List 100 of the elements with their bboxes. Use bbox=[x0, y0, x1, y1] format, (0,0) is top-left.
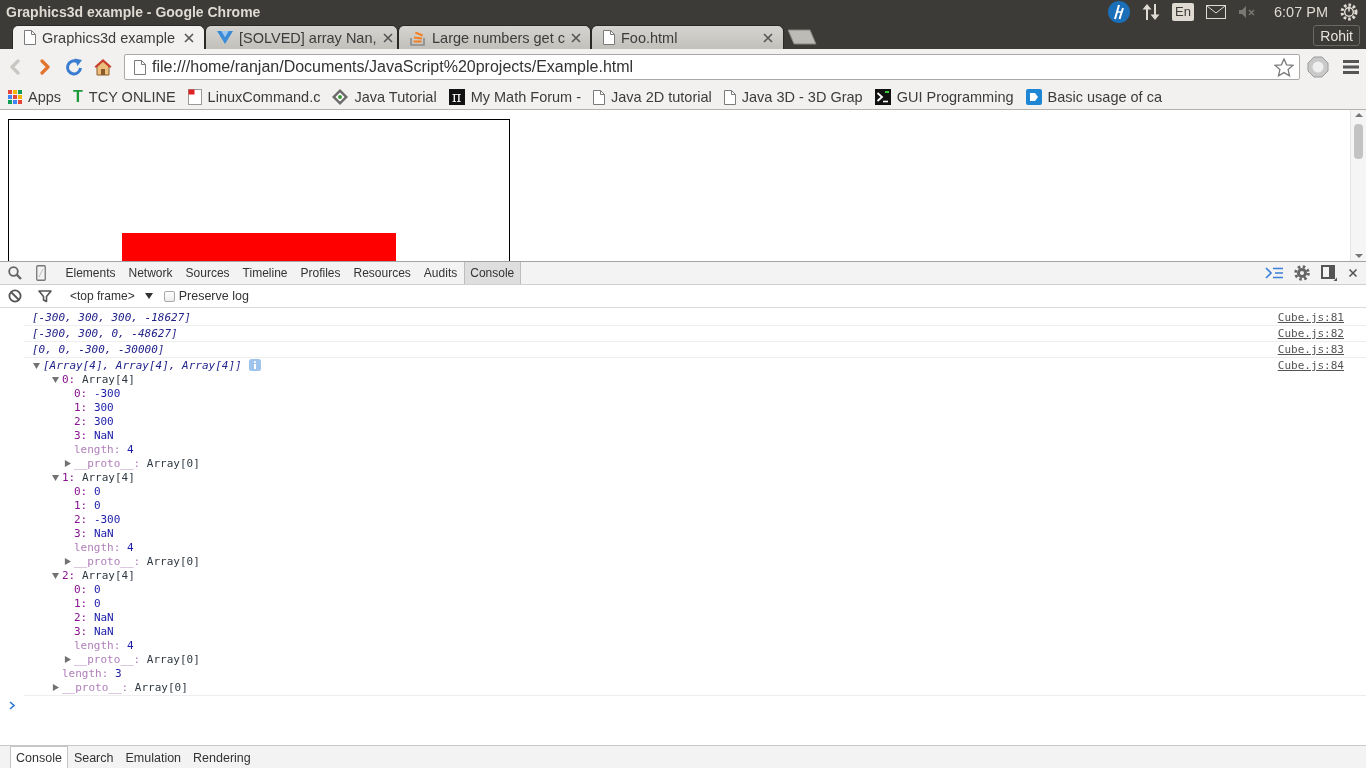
panel-tab[interactable]: Timeline bbox=[236, 262, 294, 284]
dock-icon[interactable] bbox=[1321, 265, 1337, 281]
tree-item[interactable]: __proto__: Array[0] bbox=[52, 681, 1366, 695]
new-tab-button[interactable] bbox=[787, 29, 817, 45]
home-icon[interactable] bbox=[94, 58, 112, 76]
tree-item[interactable]: __proto__: Array[0] bbox=[64, 457, 1366, 471]
menu-icon[interactable] bbox=[1343, 60, 1359, 74]
log-message: [-300, 300, 0, -48627] bbox=[32, 327, 178, 340]
source-link[interactable]: Cube.js:81 bbox=[1277, 311, 1344, 324]
panel-tab[interactable]: Audits bbox=[417, 262, 464, 284]
tree-item[interactable]: __proto__: Array[0] bbox=[64, 653, 1366, 667]
property-entry: length: 3 bbox=[61, 667, 123, 681]
bookmark[interactable]: Java Tutorial bbox=[332, 89, 437, 105]
bookmark[interactable]: Basic usage of ca bbox=[1025, 89, 1162, 105]
page-icon bbox=[24, 30, 36, 45]
property-entry: 1: 300 bbox=[73, 401, 115, 415]
tree-item[interactable]: __proto__: Array[0] bbox=[64, 555, 1366, 569]
panel-tab[interactable]: Network bbox=[122, 262, 180, 284]
drawer-toggle-icon[interactable] bbox=[1265, 267, 1283, 279]
page-icon bbox=[723, 89, 736, 105]
property-entry: 2: NaN bbox=[73, 611, 115, 625]
phone-icon[interactable] bbox=[36, 265, 46, 281]
page-scrollbar[interactable] bbox=[1350, 110, 1366, 261]
tree-item[interactable]: 0: Array[4] bbox=[52, 373, 1366, 387]
property-entry: 0: 0 bbox=[73, 583, 102, 597]
property-entry: 1: 0 bbox=[73, 499, 102, 513]
tree-item[interactable]: 2: Array[4] bbox=[52, 569, 1366, 583]
page-icon bbox=[134, 59, 146, 75]
checkbox-label[interactable]: Preserve log bbox=[178, 289, 249, 303]
clock[interactable]: 6:07 PM bbox=[1274, 4, 1328, 20]
panel-tab[interactable]: Resources bbox=[347, 262, 418, 284]
close-icon[interactable] bbox=[1348, 268, 1358, 278]
close-icon[interactable] bbox=[184, 32, 194, 43]
window-title: Graphics3d example - Google Chrome bbox=[6, 4, 261, 20]
property-entry: 2: -300 bbox=[73, 513, 122, 527]
gear-icon[interactable] bbox=[1294, 265, 1310, 281]
drawer-tab[interactable]: Emulation bbox=[119, 746, 188, 768]
speaker-muted-icon[interactable] bbox=[1238, 5, 1256, 19]
property-entry: 3: NaN bbox=[73, 429, 115, 443]
reload-icon[interactable] bbox=[65, 58, 83, 76]
page-icon bbox=[593, 89, 606, 105]
drawer-tab[interactable]: Rendering bbox=[187, 746, 257, 768]
browser-tab[interactable]: Graphics3d example bbox=[12, 25, 205, 49]
bookmark[interactable]: T TCY ONLINE bbox=[73, 89, 176, 105]
profile-button[interactable]: Rohit bbox=[1313, 25, 1360, 46]
stacked-bars-icon bbox=[410, 29, 426, 46]
source-link[interactable]: Cube.js:84 bbox=[1277, 359, 1344, 372]
bookmark[interactable]: Apps bbox=[8, 89, 62, 105]
property-entry: 0: -300 bbox=[73, 387, 122, 401]
page-icon bbox=[603, 30, 615, 45]
terminal-icon bbox=[874, 89, 891, 105]
tree-item[interactable]: 1: Array[4] bbox=[52, 471, 1366, 485]
document-icon bbox=[187, 89, 202, 105]
star-icon[interactable] bbox=[1274, 57, 1294, 77]
filter-icon[interactable] bbox=[38, 289, 52, 303]
bookmark[interactable]: Java 3D - 3D Grap bbox=[723, 89, 863, 105]
diamond-icon bbox=[332, 89, 349, 105]
caret-icon bbox=[144, 293, 153, 299]
square-logo-icon bbox=[1025, 89, 1042, 105]
bookmark[interactable]: π My Math Forum - bbox=[448, 89, 582, 105]
panel-tab[interactable]: Profiles bbox=[294, 262, 347, 284]
tree-item[interactable]: [Array[4], Array[4], Array[4]] bbox=[32, 358, 261, 373]
browser-tab[interactable]: Large numbers get c bbox=[398, 25, 591, 49]
prompt-chevron-icon bbox=[9, 700, 15, 710]
keyboard-layout-indicator[interactable]: En bbox=[1172, 3, 1194, 21]
property-entry: length: 4 bbox=[73, 443, 135, 457]
close-icon[interactable] bbox=[382, 32, 393, 43]
grid-icon bbox=[8, 90, 22, 104]
source-link[interactable]: Cube.js:83 bbox=[1277, 343, 1344, 356]
round-logo-icon[interactable] bbox=[1108, 1, 1131, 23]
property-entry: 1: 0 bbox=[73, 597, 102, 611]
property-entry: 2: 300 bbox=[73, 415, 115, 429]
bookmark[interactable]: GUI Programming bbox=[874, 89, 1014, 105]
context-dropdown[interactable]: <top frame> bbox=[64, 289, 159, 303]
symbol-tile-icon: π bbox=[448, 89, 465, 105]
close-icon[interactable] bbox=[571, 32, 581, 43]
property-entry: 3: NaN bbox=[73, 625, 115, 639]
chevron-down-icon bbox=[217, 31, 233, 44]
log-message: [0, 0, -300, -30000] bbox=[32, 343, 165, 356]
browser-tab[interactable]: Foo.html bbox=[591, 25, 784, 49]
checkbox[interactable] bbox=[163, 290, 175, 302]
property-entry: length: 4 bbox=[73, 639, 135, 653]
close-icon[interactable] bbox=[763, 32, 773, 43]
log-message: [-300, 300, 300, -18627] bbox=[32, 311, 191, 324]
up-down-arrows-icon[interactable] bbox=[1142, 3, 1161, 21]
address-bar[interactable]: file:///home/ranjan/Documents/JavaScript%20projects/Example.html bbox=[124, 54, 1300, 80]
bookmark[interactable]: LinuxCommand.c bbox=[187, 89, 321, 105]
search-icon[interactable] bbox=[8, 266, 22, 280]
browser-tab[interactable]: [SOLVED] array Nan, bbox=[205, 25, 398, 49]
envelope-icon[interactable] bbox=[1206, 5, 1226, 19]
bookmark[interactable]: Java 2D tutorial bbox=[593, 89, 712, 105]
property-entry: 0: 0 bbox=[73, 485, 102, 499]
panel-tab[interactable]: Console bbox=[463, 262, 521, 284]
source-link[interactable]: Cube.js:82 bbox=[1277, 327, 1344, 340]
drawer-tab[interactable]: Search bbox=[67, 746, 120, 768]
panel-tab[interactable]: Elements bbox=[59, 262, 123, 284]
drawer-tab[interactable]: Console bbox=[10, 746, 68, 768]
clear-icon[interactable] bbox=[8, 289, 22, 303]
property-entry: length: 4 bbox=[73, 541, 135, 555]
panel-tab[interactable]: Sources bbox=[179, 262, 237, 284]
